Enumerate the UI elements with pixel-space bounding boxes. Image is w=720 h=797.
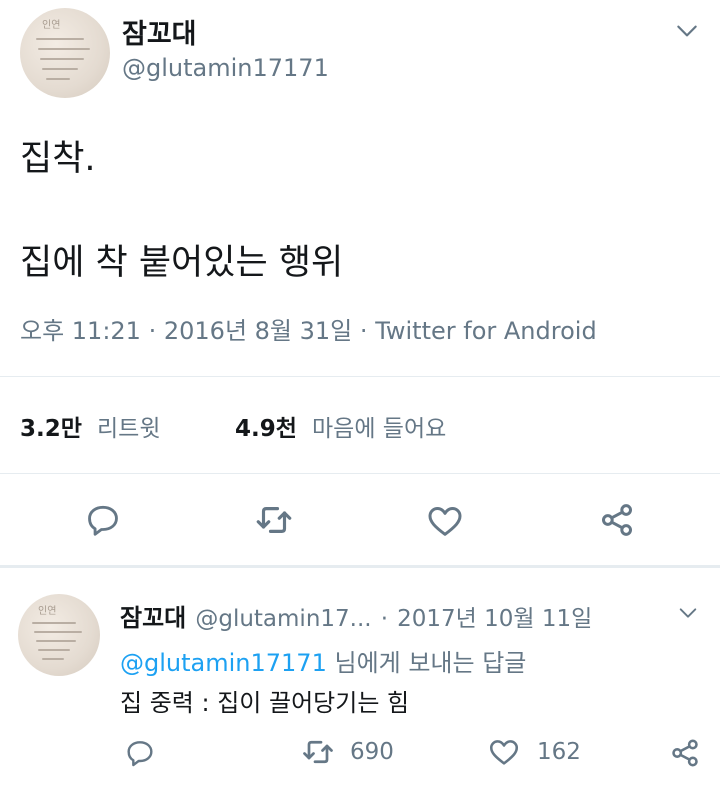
tweet-date: 2016년 8월 31일: [163, 317, 353, 345]
reply-icon[interactable]: [84, 501, 122, 539]
retweet-icon[interactable]: [253, 499, 295, 541]
reply-tweet[interactable]: 인연 잠꼬대 @glutamin17... · 2017년 10월 11일 @g…: [0, 568, 720, 797]
retweets-stat[interactable]: 3.2만 리트윗: [20, 409, 160, 443]
author-avatar[interactable]: 인연: [20, 8, 110, 98]
share-icon[interactable]: [597, 500, 637, 540]
reply-author-handle[interactable]: @glutamin17...: [195, 606, 371, 632]
heart-icon[interactable]: [425, 501, 465, 541]
divider: [0, 473, 720, 474]
reply-to-handle[interactable]: @glutamin17171: [120, 649, 327, 677]
likes-count: 4.9천: [235, 416, 297, 442]
chevron-down-icon[interactable]: [674, 18, 700, 44]
reply-context: @glutamin17171 님에게 보내는 답글: [120, 643, 526, 678]
divider: [0, 376, 720, 377]
reply-retweet-action[interactable]: 690: [300, 734, 394, 770]
reply-retweet-count: 690: [350, 739, 394, 765]
reply-text: 집 중력 : 집이 끌어당기는 힘: [120, 689, 410, 717]
chevron-down-icon[interactable]: [677, 602, 699, 624]
retweet-icon: [300, 734, 336, 770]
meta-separator: ·: [359, 317, 368, 345]
reply-icon[interactable]: [124, 737, 156, 769]
tweet-source[interactable]: Twitter for Android: [375, 317, 596, 345]
retweets-count: 3.2만: [20, 416, 82, 442]
tweet-meta: 오후 11:21 · 2016년 8월 31일 · Twitter for An…: [20, 311, 597, 346]
author-name[interactable]: 잠꼬대: [122, 12, 197, 51]
tweet-text-line: 집에 착 붙어있는 행위: [20, 243, 344, 283]
share-icon[interactable]: [668, 736, 702, 770]
author-handle[interactable]: @glutamin17171: [122, 54, 329, 82]
heart-icon: [487, 735, 521, 769]
reply-like-action[interactable]: 162: [487, 735, 581, 769]
meta-separator: ·: [380, 606, 389, 632]
likes-stat[interactable]: 4.9천 마음에 들어요: [235, 409, 446, 443]
main-tweet: 인연 잠꼬대 @glutamin17171 집착. 집에 착 붙어있는 행위 오…: [0, 0, 720, 565]
reply-header: 잠꼬대 @glutamin17... · 2017년 10월 11일: [120, 598, 592, 633]
reply-author-avatar[interactable]: 인연: [18, 594, 100, 676]
reply-like-count: 162: [537, 739, 581, 765]
reply-author-name[interactable]: 잠꼬대: [120, 604, 186, 632]
retweets-label: 리트윗: [97, 416, 161, 442]
meta-separator: ·: [148, 317, 157, 345]
tweet-text-line: 집착.: [20, 139, 96, 179]
likes-label: 마음에 들어요: [312, 416, 447, 442]
reply-to-suffix: 님에게 보내는 답글: [334, 649, 527, 677]
tweet-time: 오후 11:21: [20, 317, 141, 345]
reply-date[interactable]: 2017년 10월 11일: [397, 606, 592, 632]
